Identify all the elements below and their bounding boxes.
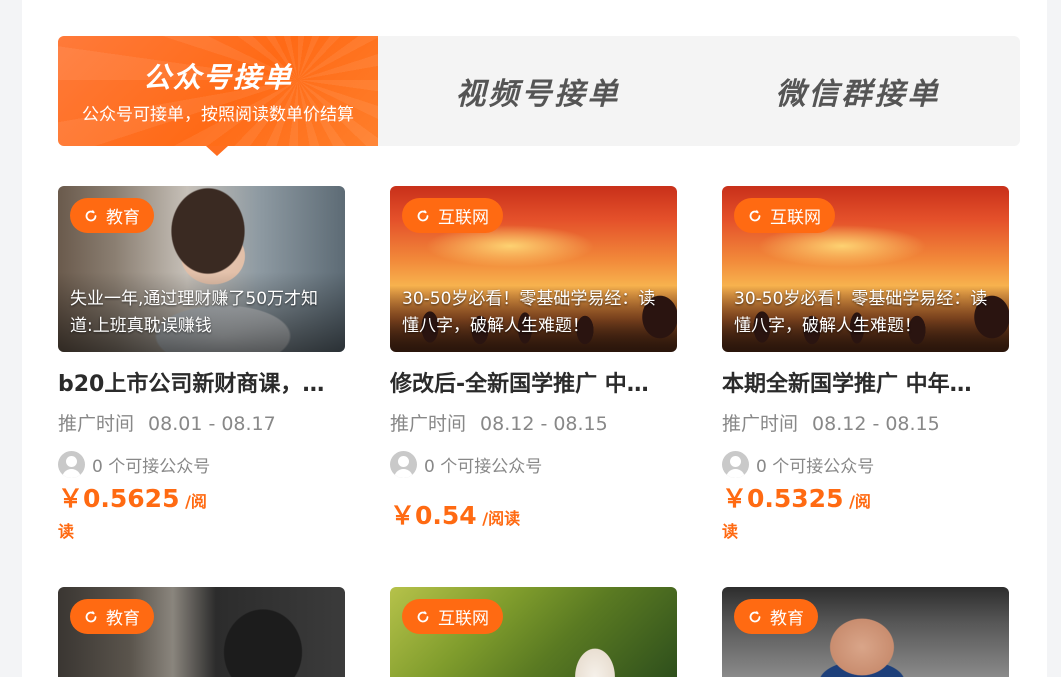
category-badge: 教育 [70,198,154,233]
category-badge: 互联网 [402,599,503,634]
thumbnail-caption: 30-50岁必看！零基础学易经：读懂八字，破解人生难题！ [402,289,656,336]
available-accounts-text: 0 个可接公众号 [424,456,543,477]
category-label: 互联网 [438,208,489,228]
card-thumbnail: 互联网 30-50岁必看！零基础学易经：读懂八字，破解人生难题！ [722,186,1009,352]
price-amount: ￥0.5625 [58,484,180,513]
card-title[interactable]: 本期全新国学推广 中年… [722,366,1009,396]
category-badge: 互联网 [734,198,835,233]
task-card[interactable]: 互联网 30-50岁必看！零基础学易经：读懂八字，破解人生难题！ 本期全新国学推… [722,186,1009,547]
promo-label: 推广时间 [390,413,467,435]
promo-dates: 08.01 - 08.17 [148,413,276,435]
category-label: 互联网 [770,208,821,228]
promo-dates: 08.12 - 08.15 [812,413,940,435]
user-avatar-icon [390,450,417,478]
task-card[interactable]: 教育 失业一年,通过理财赚了50万才知道:上班真耽误赚钱 b20上市公司新财商课… [58,186,345,547]
price-amount: ￥0.5325 [722,484,844,513]
available-accounts-text: 0 个可接公众号 [92,456,211,477]
task-card[interactable]: 教育 [58,587,345,677]
available-accounts-text: 0 个可接公众号 [756,456,875,477]
task-card[interactable]: 互联网 30-50岁必看！零基础学易经：读懂八字，破解人生难题！ 修改后-全新国… [390,186,677,532]
available-accounts: 0 个可接公众号 [390,450,677,478]
tab-video-account[interactable]: 视频号接单 [378,36,698,146]
card-thumbnail: 教育 失业一年,通过理财赚了50万才知道:上班真耽误赚钱 [58,186,345,352]
thumbnail-caption: 失业一年,通过理财赚了50万才知道:上班真耽误赚钱 [70,289,319,336]
category-badge: 教育 [70,599,154,634]
refresh-circle-icon [417,610,429,622]
promo-period: 推广时间 08.12 - 08.15 [722,409,1009,436]
promo-period: 推广时间 08.01 - 08.17 [58,409,345,436]
promo-dates: 08.12 - 08.15 [480,413,608,435]
task-card[interactable]: 互联网 [390,587,677,677]
refresh-circle-icon [749,610,761,622]
category-label: 互联网 [438,609,489,629]
card-thumbnail: 互联网 30-50岁必看！零基础学易经：读懂八字，破解人生难题！ [390,186,677,352]
card-title[interactable]: 修改后-全新国学推广 中… [390,366,677,396]
refresh-circle-icon [417,209,429,221]
available-accounts: 0 个可接公众号 [58,450,345,478]
tab-official-account-title: 公众号接单 [142,61,293,94]
category-label: 教育 [106,609,140,629]
refresh-circle-icon [85,610,97,622]
price-unit: /阅读 [482,509,521,528]
card-title[interactable]: b20上市公司新财商课，… [58,366,345,396]
promo-label: 推广时间 [58,413,135,435]
card-thumbnail: 教育 [58,587,345,677]
order-type-tabs: 公众号接单 公众号可接单，按照阅读数单价结算 视频号接单 微信群接单 [58,36,1020,156]
tab-official-account-subtitle: 公众号可接单，按照阅读数单价结算 [82,105,354,125]
refresh-circle-icon [749,209,761,221]
thumbnail-caption: 30-50岁必看！零基础学易经：读懂八字，破解人生难题！ [734,289,988,336]
card-thumbnail: 教育 [722,587,1009,677]
category-label: 教育 [106,208,140,228]
tab-active-pointer [206,146,228,156]
unit-price: ￥0.5625 /阅读 [58,484,208,547]
user-avatar-icon [58,450,85,478]
promo-label: 推广时间 [722,413,799,435]
category-badge: 互联网 [402,198,503,233]
available-accounts: 0 个可接公众号 [722,450,1009,478]
category-badge: 教育 [734,599,818,634]
refresh-circle-icon [85,209,97,221]
task-card[interactable]: 教育 [722,587,1009,677]
unit-price: ￥0.54 /阅读 [390,496,677,532]
tab-wechat-group[interactable]: 微信群接单 [698,36,1018,146]
unit-price: ￥0.5325 /阅读 [722,484,872,547]
card-thumbnail: 互联网 [390,587,677,677]
user-avatar-icon [722,450,749,478]
price-amount: ￥0.54 [390,501,477,530]
category-label: 教育 [770,609,804,629]
promo-period: 推广时间 08.12 - 08.15 [390,409,677,436]
tab-official-account[interactable]: 公众号接单 公众号可接单，按照阅读数单价结算 [58,36,378,156]
